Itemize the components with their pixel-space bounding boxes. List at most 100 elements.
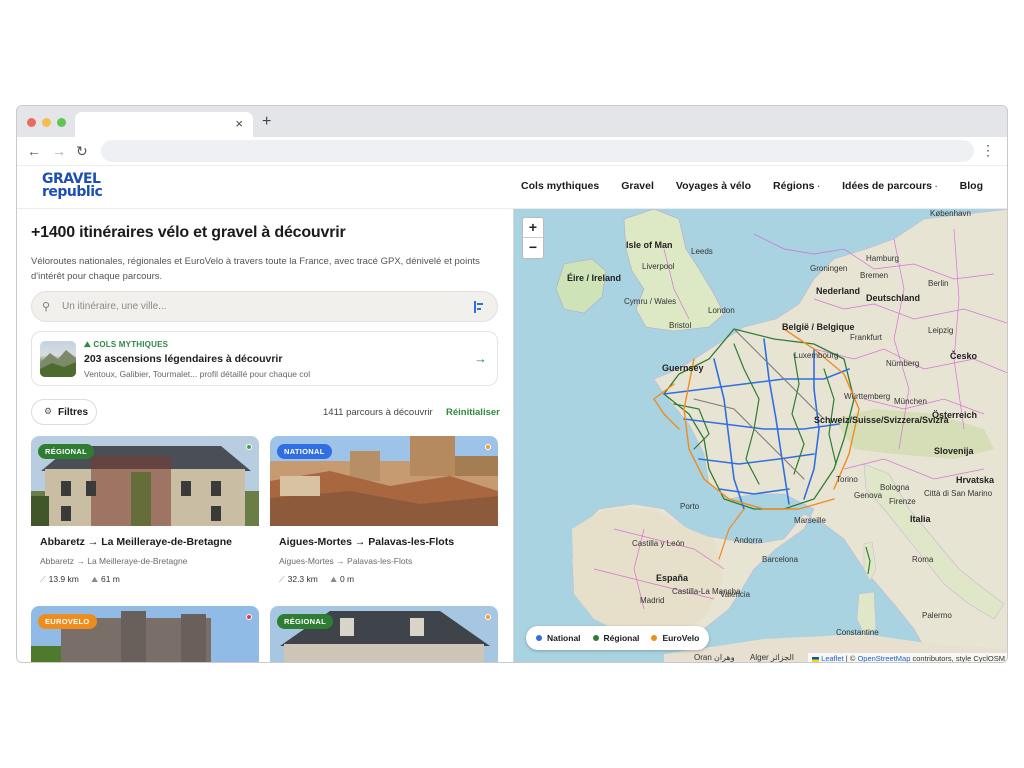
map-label: Castilla y León bbox=[632, 539, 685, 548]
map-label: Hamburg bbox=[866, 254, 899, 263]
osm-link[interactable]: OpenStreetMap bbox=[857, 654, 910, 662]
map-label: Andorra bbox=[734, 536, 763, 545]
reload-icon[interactable]: ↻ bbox=[76, 143, 88, 159]
map-label: Slovenija bbox=[934, 446, 974, 456]
card-title: Abbaretz → La Meilleraye-de-Bretagne bbox=[40, 536, 232, 548]
attribution-rest: contributors, style CyclOSM bbox=[910, 654, 1005, 663]
nav-item-2[interactable]: Voyages à vélo bbox=[676, 179, 751, 194]
zoom-in-button[interactable]: + bbox=[523, 218, 543, 238]
map-label: Torino bbox=[836, 475, 858, 484]
browser-tab[interactable]: × bbox=[75, 112, 253, 137]
search-bar: ⚲ bbox=[31, 291, 498, 322]
legend-item: Régional bbox=[592, 633, 640, 643]
map-label: Alger الجزائر bbox=[750, 653, 795, 662]
map-label: Groningen bbox=[810, 264, 848, 273]
route-icon[interactable] bbox=[474, 301, 483, 313]
nav-item-1[interactable]: Gravel bbox=[621, 179, 654, 194]
nav-item-label: Cols mythiques bbox=[521, 180, 600, 192]
map-label: København bbox=[930, 209, 971, 218]
cols-promo-card[interactable]: ⛰ COLS MYTHIQUES 203 ascensions légendai… bbox=[31, 331, 498, 386]
chevron-down-icon: · bbox=[817, 182, 821, 191]
route-map[interactable]: København Isle of Man Leeds Hamburg Éire… bbox=[513, 209, 1007, 663]
nav-item-label: Blog bbox=[959, 180, 983, 192]
status-dot bbox=[485, 444, 491, 450]
chevron-down-icon: · bbox=[935, 182, 938, 191]
itinerary-panel: +1400 itinéraires vélo et gravel à décou… bbox=[17, 209, 513, 662]
map-label: Genova bbox=[854, 491, 883, 500]
attribution-sep: | © bbox=[843, 654, 858, 663]
card-title: Aigues-Mortes → Palavas-les-Flots bbox=[279, 536, 455, 548]
map-label: Guernsey bbox=[662, 363, 704, 373]
map-label: Bremen bbox=[860, 271, 889, 280]
nav-item-3[interactable]: Régions · bbox=[773, 179, 820, 194]
map-label: Oran وهران bbox=[694, 653, 735, 662]
elevation-value: 0 m bbox=[339, 574, 355, 584]
map-label: Bologna bbox=[880, 483, 910, 492]
itinerary-card[interactable]: EUROVELO bbox=[31, 606, 259, 662]
legend-label: EuroVelo bbox=[662, 633, 700, 643]
filters-button[interactable]: ⚙ Filtres bbox=[31, 399, 97, 425]
itinerary-card[interactable]: RÉGIONAL Abbaretz → La Meilleraye-de-Bre… bbox=[31, 436, 259, 586]
legend-label: Régional bbox=[603, 633, 640, 643]
promo-subtitle: Ventoux, Galibier, Tourmalet... profil d… bbox=[84, 369, 311, 379]
elevation-icon: ⛰ bbox=[330, 575, 337, 584]
nav-item-5[interactable]: Blog bbox=[960, 179, 983, 194]
itinerary-card[interactable]: RÉGIONAL bbox=[270, 606, 498, 662]
results-count: 1411 parcours à découvrir bbox=[323, 407, 433, 418]
filters-label: Filtres bbox=[58, 407, 89, 418]
map-label: Éire / Ireland bbox=[567, 273, 622, 283]
close-window-dot[interactable] bbox=[27, 118, 36, 127]
map-label: Leeds bbox=[691, 247, 713, 256]
back-arrow-icon[interactable]: ← bbox=[27, 143, 41, 159]
map-legend: National Régional EuroVelo bbox=[526, 626, 710, 650]
legend-item: National bbox=[536, 633, 581, 643]
zoom-out-button[interactable]: − bbox=[523, 238, 543, 258]
map-label: Marseille bbox=[794, 516, 827, 525]
nav-item-label: Voyages à vélo bbox=[675, 180, 752, 192]
map-label: Frankfurt bbox=[850, 333, 883, 342]
map-label: Liverpool bbox=[642, 262, 675, 271]
map-label: Palermo bbox=[922, 611, 952, 620]
promo-title: 203 ascensions légendaires à découvrir bbox=[84, 353, 283, 365]
legend-item: EuroVelo bbox=[651, 633, 699, 643]
legend-dot bbox=[651, 635, 658, 641]
map-label: Nürnberg bbox=[886, 359, 920, 368]
search-input[interactable] bbox=[62, 299, 442, 314]
minimize-window-dot[interactable] bbox=[42, 118, 51, 127]
route-type-badge: RÉGIONAL bbox=[38, 444, 94, 459]
forward-arrow-icon[interactable]: → bbox=[52, 143, 66, 159]
nav-item-label: Régions bbox=[773, 180, 815, 192]
map-label: Cymru / Wales bbox=[624, 297, 677, 306]
route-type-badge: NATIONAL bbox=[277, 444, 332, 459]
page-intro: Véloroutes nationales, régionales et Eur… bbox=[31, 256, 480, 282]
site-logo[interactable]: GRAVEL republic bbox=[42, 172, 112, 199]
map-label: Württemberg bbox=[844, 392, 891, 401]
new-tab-icon[interactable]: + bbox=[262, 113, 271, 131]
map-label: Hrvatska bbox=[956, 475, 995, 485]
address-bar[interactable] bbox=[101, 140, 974, 162]
maximize-window-dot[interactable] bbox=[57, 118, 66, 127]
search-icon: ⚲ bbox=[42, 301, 51, 313]
distance-value: 32.3 km bbox=[287, 574, 318, 584]
close-icon[interactable]: × bbox=[235, 116, 243, 132]
site-header: GRAVEL republic Cols mythiques Gravel Voya… bbox=[17, 166, 1007, 209]
legend-dot bbox=[592, 635, 599, 641]
itinerary-card[interactable]: NATIONAL Aigues-Mortes → Palavas-les-Flo… bbox=[270, 436, 498, 586]
nav-item-0[interactable]: Cols mythiques bbox=[521, 179, 599, 194]
distance-icon: ⟋ bbox=[40, 575, 46, 584]
map-label: Porto bbox=[680, 502, 700, 511]
kebab-menu-icon[interactable]: ⋮ bbox=[981, 142, 995, 159]
map-label: Italia bbox=[910, 514, 931, 524]
reset-link[interactable]: Réinitialiser bbox=[446, 407, 500, 418]
status-dot bbox=[485, 614, 491, 620]
nav-item-4[interactable]: Idées de parcours · bbox=[842, 179, 938, 194]
map-label: London bbox=[708, 306, 735, 315]
nav-item-label: Idées de parcours bbox=[842, 180, 932, 192]
map-label: Firenze bbox=[889, 497, 916, 506]
distance-value: 13.9 km bbox=[48, 574, 79, 584]
map-attribution: Leaflet | © OpenStreetMap contributors, … bbox=[808, 653, 1007, 663]
tab-bar: × + bbox=[17, 106, 1007, 137]
map-label: Leipzig bbox=[928, 326, 954, 335]
leaflet-link[interactable]: Leaflet bbox=[821, 654, 844, 662]
map-label: Berlin bbox=[928, 279, 949, 288]
